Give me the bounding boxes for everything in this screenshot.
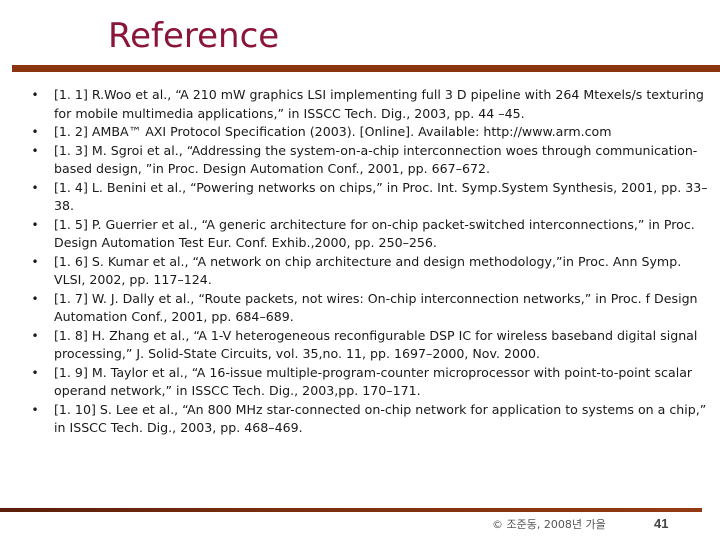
reference-list: • [1. 1] R.Woo et al., “A 210 mW graphic… xyxy=(30,86,710,438)
reference-text: [1. 5] P. Guerrier et al., “A generic ar… xyxy=(54,216,695,251)
bullet-icon: • xyxy=(31,180,39,195)
bullet-icon: • xyxy=(31,143,39,158)
bullet-icon: • xyxy=(31,402,39,417)
bullet-icon: • xyxy=(31,88,39,102)
reference-text: [1. 1] R.Woo et al., “A 210 mW graphics … xyxy=(54,87,704,121)
bullet-icon: • xyxy=(31,217,39,232)
bullet-icon: • xyxy=(31,254,39,269)
bullet-icon: • xyxy=(31,328,39,343)
footer-divider xyxy=(0,508,702,512)
reference-text: [1. 2] AMBA™ AXI Protocol Specification … xyxy=(54,124,612,139)
title-divider xyxy=(12,65,720,72)
footer-copyright: © 조준동, 2008년 가을 xyxy=(492,518,606,531)
reference-text: [1. 6] S. Kumar et al., “A network on ch… xyxy=(54,253,682,288)
reference-item: • [1. 6] S. Kumar et al., “A network on … xyxy=(30,253,710,290)
reference-item: • [1. 1] R.Woo et al., “A 210 mW graphic… xyxy=(30,86,710,123)
reference-item: • [1. 9] M. Taylor et al., “A 16-issue m… xyxy=(30,364,710,401)
reference-item: • [1. 3] M. Sgroi et al., “Addressing th… xyxy=(30,142,710,179)
bullet-icon: • xyxy=(31,365,39,380)
reference-text: [1. 3] M. Sgroi et al., “Addressing the … xyxy=(54,142,698,177)
reference-item: • [1. 5] P. Guerrier et al., “A generic … xyxy=(30,216,710,253)
reference-text: [1. 4] L. Benini et al., “Powering netwo… xyxy=(54,179,708,214)
reference-text: [1. 9] M. Taylor et al., “A 16-issue mul… xyxy=(54,364,693,399)
page-number: 41 xyxy=(654,516,669,531)
bullet-icon: • xyxy=(31,125,39,139)
bullet-icon: • xyxy=(31,291,39,306)
slide-title: Reference xyxy=(108,16,280,56)
reference-item: • [1. 10] S. Lee et al., “An 800 MHz sta… xyxy=(30,401,710,438)
reference-item: • [1. 4] L. Benini et al., “Powering net… xyxy=(30,179,710,216)
reference-item: • [1. 7] W. J. Dally et al., “Route pack… xyxy=(30,290,710,327)
reference-text: [1. 7] W. J. Dally et al., “Route packet… xyxy=(54,290,698,325)
reference-item: • [1. 2] AMBA™ AXI Protocol Specificatio… xyxy=(30,123,710,142)
reference-text: [1. 10] S. Lee et al., “An 800 MHz star-… xyxy=(54,401,707,436)
reference-text: [1. 8] H. Zhang et al., “A 1-V heterogen… xyxy=(54,327,698,362)
reference-item: • [1. 8] H. Zhang et al., “A 1-V heterog… xyxy=(30,327,710,364)
